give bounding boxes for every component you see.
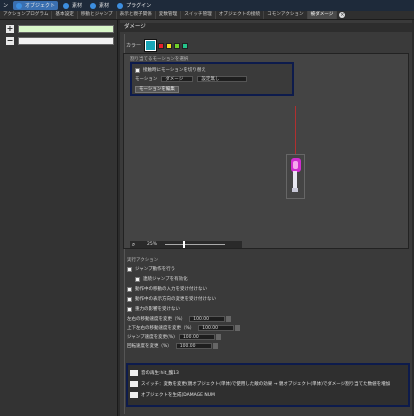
motion-select-row: モーション ダメージ 設定無し <box>135 76 248 82</box>
color-row: カラー <box>126 39 190 52</box>
tab-common-action[interactable]: コモンアクション <box>264 11 308 19</box>
jump-speed-input[interactable]: 100.00 <box>178 334 215 340</box>
motion-setting-field[interactable]: 設定無し <box>197 76 248 82</box>
item-field[interactable] <box>18 36 114 45</box>
toolbar-item-object[interactable]: オブジェクト <box>13 1 59 10</box>
material-icon <box>90 2 97 9</box>
jump-checkbox[interactable] <box>127 266 132 272</box>
top-toolbar: ン オブジェクト 素材 素材 プラグイン <box>0 0 414 11</box>
zoom-value: 25% <box>147 242 158 247</box>
motion-edit-row: モーションを編集 <box>135 86 179 93</box>
execute-actions-section: 実行アクション ジャンプ動作を行う 連続ジャンプを有効化 動作中の移動の入力を受… <box>123 253 409 377</box>
tab-bar: アクションプログラム 基本設定 移動とジャンプ 表示と親子関係 変数管理 スイッ… <box>0 11 414 20</box>
tab-switches[interactable]: スイッチ管理 <box>181 11 216 19</box>
motion-value-field[interactable]: ダメージ <box>161 76 194 82</box>
action-row-jump-speed: ジャンプ速度を変更(%) 100.00 <box>127 334 221 340</box>
tab-damage[interactable]: 被ダメージ <box>307 11 338 19</box>
command-list: 音の再生:hit_醜13 スイッチ：変数を変更(親オブジェクト(単体)で使用した… <box>126 363 410 407</box>
list-item[interactable]: 音の再生:hit_醜13 <box>128 368 408 377</box>
left-panel-row-add: + <box>6 24 114 33</box>
magnifier-icon[interactable]: ⌕ <box>130 241 137 248</box>
list-item[interactable]: スイッチ：変数を変更(親オブジェクト(単体)で使用した敵の効果 → 親オブジェク… <box>128 379 408 388</box>
actions-title: 実行アクション <box>127 258 159 263</box>
tab-object-connect[interactable]: オブジェクトの接続 <box>216 11 265 19</box>
tab-basic-settings[interactable]: 基本設定 <box>52 11 78 19</box>
selected-item-field[interactable] <box>18 24 114 33</box>
no-direction-checkbox[interactable] <box>127 296 132 302</box>
motion-preview: 割り当てるモーションを選択 接触時にモーションを切り替え モーション ダメージ … <box>123 53 409 249</box>
left-panel-row-remove: − <box>6 36 114 45</box>
action-row-multijump: 連続ジャンプを有効化 <box>135 276 188 282</box>
add-button[interactable]: + <box>6 24 14 33</box>
action-row-no-direction: 動作中の表示方向の変更を受け付けない <box>127 296 216 302</box>
action-row-udlr-speed: 上下左右の移動速度を変更（%） 100.00 <box>127 325 241 331</box>
left-panel: + − <box>0 20 118 416</box>
tab-variables[interactable]: 変数管理 <box>156 11 182 19</box>
color-swatch[interactable] <box>158 42 165 49</box>
material-icon <box>63 2 70 9</box>
edit-motion-button[interactable]: モーションを編集 <box>135 86 179 93</box>
udlr-speed-input[interactable]: 100.00 <box>198 325 235 331</box>
toolbar-item-material[interactable]: 素材 <box>60 1 85 10</box>
toolbar-item-0[interactable]: ン <box>0 1 11 10</box>
color-swatch[interactable] <box>166 42 173 49</box>
command-icon <box>130 380 138 387</box>
color-swatch[interactable] <box>174 42 181 49</box>
panel-header: ダメージ <box>120 23 412 32</box>
action-row-no-move-input: 動作中の移動の入力を受け付けない <box>127 286 207 292</box>
list-item[interactable]: オブジェクトを生成(DAMAGE NUM <box>128 390 408 399</box>
command-icon <box>130 369 138 376</box>
no-gravity-checkbox[interactable] <box>127 306 132 312</box>
tab-display-parent[interactable]: 表示と親子関係 <box>117 11 156 19</box>
color-swatch-selected[interactable] <box>144 39 158 52</box>
remove-button[interactable]: − <box>6 36 14 45</box>
plugin-icon <box>117 2 124 9</box>
action-row-no-gravity: 重力の影響を受けない <box>127 306 180 312</box>
motion-switch-label: 接触時にモーションを切り替え <box>143 68 206 73</box>
zoom-slider[interactable] <box>165 241 225 248</box>
sprite-image <box>291 158 301 192</box>
spinner-icon[interactable] <box>215 334 221 340</box>
tab-action-program[interactable]: アクションプログラム <box>0 11 53 19</box>
action-row-lr-speed: 左右の移動速度を変更（%） 100.00 <box>127 316 232 322</box>
multijump-checkbox[interactable] <box>135 276 140 282</box>
tab-move-jump[interactable]: 移動とジャンプ <box>78 11 117 19</box>
spinner-icon[interactable] <box>226 316 232 322</box>
color-swatch[interactable] <box>182 42 189 49</box>
rotate-speed-input[interactable]: 100.00 <box>175 343 212 349</box>
no-move-input-checkbox[interactable] <box>127 286 132 292</box>
toolbar-item-material-2[interactable]: 素材 <box>87 1 112 10</box>
spinner-icon[interactable] <box>212 343 218 349</box>
action-row-rotate-speed: 回転速度を変更（%） 100.00 <box>127 343 218 349</box>
motion-settings-box: 接触時にモーションを切り替え モーション ダメージ 設定無し モーションを編集 <box>130 62 294 96</box>
spinner-icon[interactable] <box>235 325 241 331</box>
zoom-slider-knob[interactable] <box>183 241 185 248</box>
color-label: カラー <box>126 43 142 49</box>
reference-line <box>295 106 296 154</box>
command-icon <box>130 391 138 398</box>
lr-speed-input[interactable]: 100.00 <box>189 316 226 322</box>
motion-switch-row: 接触時にモーションを切り替え <box>135 67 206 73</box>
main-panel: ダメージ カラー 割り当てるモーションを選択 接触時にモーションを切り替え モー… <box>120 20 412 416</box>
motion-label: モーション <box>135 77 158 82</box>
toolbar-item-plugin[interactable]: プラグイン <box>114 1 154 10</box>
zoom-bar: ⌕ 25% <box>130 241 242 248</box>
object-icon <box>16 2 23 9</box>
close-tab-icon[interactable]: × <box>339 12 346 18</box>
motion-switch-checkbox[interactable] <box>135 67 140 73</box>
character-sprite <box>286 154 305 199</box>
action-row-jump: ジャンプ動作を行う <box>127 266 175 272</box>
